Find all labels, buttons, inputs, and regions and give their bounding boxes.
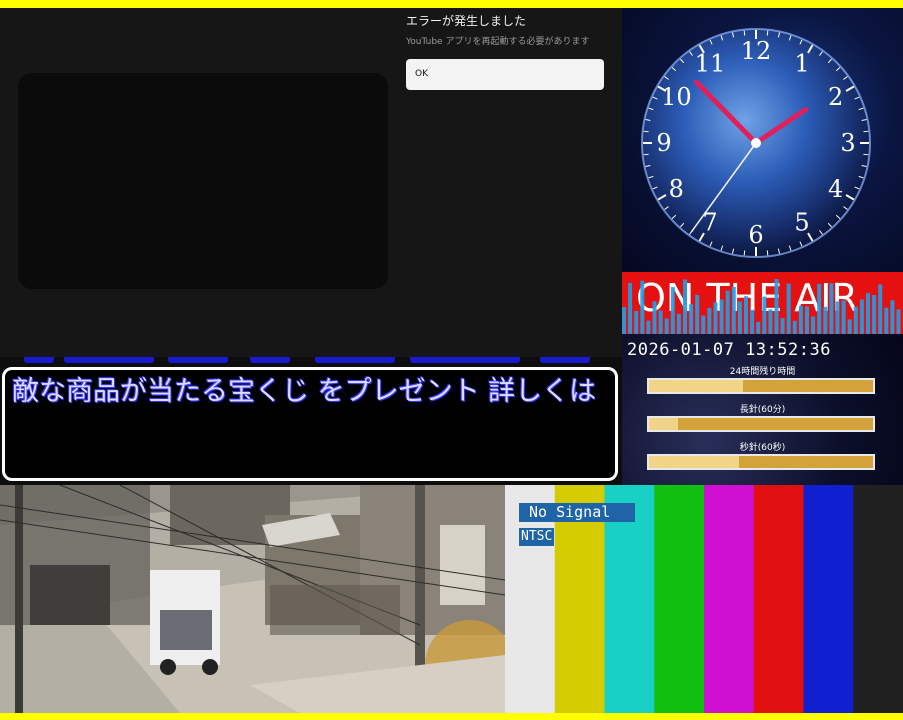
analog-clock-panel: 12 1 2 3 4 5 6 7 8 9 10 11 [622,8,903,272]
analog-clock: 12 1234567891011 [641,28,871,258]
color-bar [853,485,903,713]
audio-level-bar [896,309,901,334]
audio-level-bar [622,307,626,334]
clock-tick [766,30,769,36]
audio-level-bar [750,309,755,334]
color-bar [753,485,804,713]
clock-numeral: 1 [794,49,809,77]
clock-numeral: 11 [695,49,726,77]
audio-level-bar [835,301,840,334]
audio-level-bar [689,304,694,334]
clock-numeral: 9 [656,129,671,157]
clock-numeral: 5 [794,209,809,237]
youtube-app-panel: エラーが発生しました YouTube アプリを再起動する必要があります OK [0,8,622,365]
audio-level-bar [866,293,870,334]
time-status-panel: 2026-01-07 13:52:36 24時間残り時間 長針(60分) 秒針(… [622,334,903,485]
clock-numeral: 10 [661,83,692,111]
ok-button[interactable]: OK [406,59,604,90]
clock-numeral: 6 [748,221,763,249]
audio-level-bar [719,299,724,334]
second-hand-label: 秒針(60秒) [739,443,786,453]
hours-remaining-fill [649,380,744,392]
audio-level-bar [884,307,889,334]
color-bar [704,485,755,713]
audio-level-bar [768,309,773,334]
error-message: YouTube アプリを再起動する必要があります [406,37,590,47]
clock-numeral: 12 [741,37,772,65]
audio-level-bar [683,279,687,334]
audio-level-bar [786,283,791,334]
clock-tick [643,130,649,133]
second-hand-bar [647,454,875,470]
minute-hand-fill [649,418,679,430]
hours-remaining-bar [647,378,875,394]
audio-level-bar [829,283,834,334]
clock-tick [643,153,649,156]
street-camera-feed [0,485,505,713]
audio-level-bar [774,279,779,334]
subtitle-text: 敵な商品が当たる宝くじ をプレゼント 詳しくは [12,376,597,407]
clock-numeral: 8 [669,175,684,203]
audio-level-bar [805,306,809,334]
audio-level-bar [713,302,718,334]
clock-tick [743,30,746,36]
audio-level-bar [853,306,858,334]
audio-level-bar [628,282,633,334]
audio-level-bars [622,279,901,334]
datetime-readout: 2026-01-07 13:52:36 [627,340,831,360]
ntsc-label: NTSC [519,528,555,546]
audio-level-bar [725,290,730,334]
error-title: エラーが発生しました [406,14,527,28]
color-bar-test-pattern: No Signal NTSC [505,485,903,713]
audio-level-bar [847,319,852,334]
minute-hand-label: 長針(60分) [739,405,786,415]
audio-level-bar [780,317,785,334]
clock-tick [766,250,769,256]
audio-level-bar [841,300,846,334]
audio-level-bar [707,307,712,334]
audio-level-bar [817,283,822,334]
audio-level-bar [658,310,663,334]
audio-level-bar [737,301,742,334]
clock-tick [863,153,869,156]
audio-level-bar [798,305,803,334]
audio-level-bar [744,296,748,334]
color-bar [803,485,854,713]
audio-level-bar [872,294,877,334]
color-bar [654,485,705,713]
clock-tick [743,250,746,256]
clock-tick [863,130,869,133]
audio-level-bar [792,320,797,334]
utility-pole-left [15,485,23,713]
second-hand-fill [649,456,739,468]
clock-center [751,138,761,148]
dark-truck [30,565,110,625]
audio-level-bar [640,280,645,334]
audio-level-bar [670,287,675,334]
no-signal-label: No Signal [519,503,635,522]
audio-level-bar [859,299,864,334]
audio-level-bar [634,310,639,334]
audio-level-bar [731,286,736,334]
audio-level-bar [878,284,883,334]
audio-level-bar [701,315,706,334]
audio-level-bar [695,294,700,334]
video-player-area[interactable] [18,73,388,289]
street-scene [0,485,505,713]
on-the-air-banner: ON THE AIR [622,272,903,334]
audio-level-bar [756,321,761,334]
audio-level-bar [762,296,767,334]
audio-level-bar [664,318,669,334]
audio-level-bar [652,301,657,334]
audio-level-bar [646,320,651,334]
audio-level-bar [823,306,828,334]
clock-numeral: 2 [828,83,843,111]
audio-level-bar [811,316,816,334]
audio-level-bar [676,313,681,334]
clock-numeral: 3 [840,129,855,157]
audio-level-bar [890,300,895,334]
hours-remaining-label: 24時間残り時間 [729,367,796,377]
clock-numeral: 4 [828,175,843,203]
minute-hand-bar [647,416,875,432]
